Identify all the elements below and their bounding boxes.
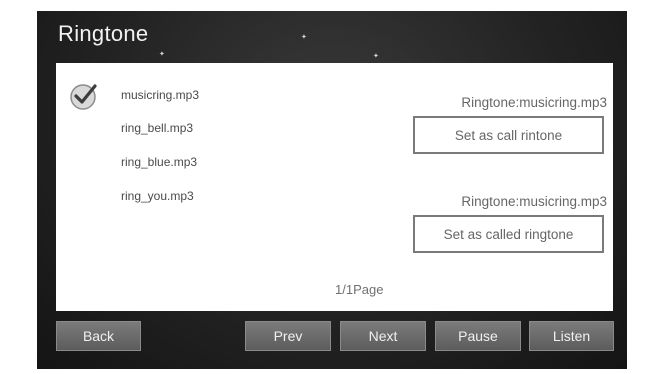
checkmark-circle-icon	[70, 84, 97, 110]
ringtone-file-item[interactable]: ring_you.mp3	[121, 189, 194, 203]
pause-button[interactable]: Pause	[435, 321, 521, 351]
listen-button[interactable]: Listen	[529, 321, 614, 351]
back-button[interactable]: Back	[56, 321, 141, 351]
page-title: Ringtone	[58, 21, 149, 46]
call-ringtone-label: Ringtone:musicring.mp3	[461, 95, 607, 110]
sparkle-icon: ✦	[373, 53, 379, 60]
called-ringtone-label: Ringtone:musicring.mp3	[461, 194, 607, 209]
page-indicator: 1/1Page	[335, 282, 384, 297]
ringtone-file-item[interactable]: ring_blue.mp3	[121, 155, 197, 169]
ringtone-file-item[interactable]: musicring.mp3	[121, 88, 199, 102]
ringtone-file-item[interactable]: ring_bell.mp3	[121, 121, 193, 135]
set-called-ringtone-button[interactable]: Set as called ringtone	[413, 215, 604, 253]
prev-button[interactable]: Prev	[245, 321, 331, 351]
set-call-ringtone-button[interactable]: Set as call rintone	[413, 116, 604, 154]
sparkle-icon: ✦	[301, 34, 307, 41]
sparkle-icon: ✦	[159, 51, 165, 58]
screen: Ringtone ✦ ✦ ✦ musicring.mp3 ring_bell.m…	[0, 0, 645, 374]
next-button[interactable]: Next	[340, 321, 426, 351]
